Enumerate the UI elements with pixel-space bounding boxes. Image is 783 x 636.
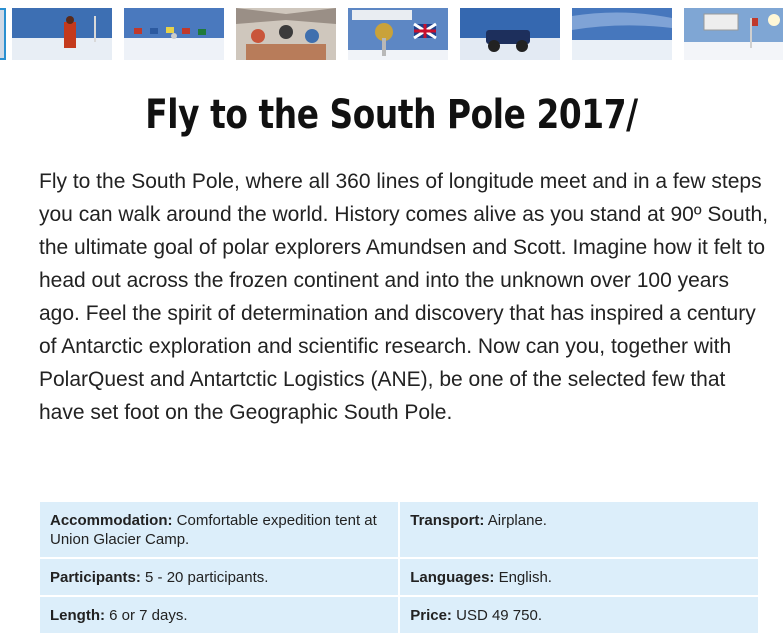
thumb-tent-interior-group[interactable] [236, 8, 336, 60]
thumb-snow-landscape[interactable] [572, 8, 672, 60]
fact-length: Length: 6 or 7 days. [37, 595, 401, 635]
thumbnail-strip [0, 8, 783, 62]
fact-languages: Languages: English. [398, 557, 760, 597]
fact-accommodation: Accommodation: Comfortable expedition te… [37, 500, 401, 559]
fact-label: Participants: [50, 569, 141, 586]
fact-price: Price: USD 49 750. [398, 595, 760, 635]
fact-label: Languages: [410, 569, 495, 586]
fact-label: Length: [50, 607, 105, 624]
facts-row: Length: 6 or 7 days. Price: USD 49 750. [37, 595, 760, 635]
fact-label: Transport: [410, 512, 485, 529]
fact-value: English. [494, 569, 552, 586]
fact-participants: Participants: 5 - 20 participants. [37, 557, 401, 597]
intro-paragraph: Fly to the South Pole, where all 360 lin… [39, 170, 769, 424]
thumb-person-on-ice[interactable] [12, 8, 112, 60]
fact-value: 6 or 7 days. [104, 607, 188, 624]
fact-transport: Transport: Airplane. [398, 500, 760, 559]
facts-row: Participants: 5 - 20 participants. Langu… [37, 557, 760, 597]
fact-value: 5 - 20 participants. [140, 569, 269, 586]
fact-label: Price: [410, 607, 452, 624]
thumb-flags-ceremonial-pole[interactable] [124, 8, 224, 60]
fact-value: Airplane. [484, 512, 547, 529]
page-title: Fly to the South Pole 2017/ [145, 92, 638, 138]
facts-row: Accommodation: Comfortable expedition te… [37, 500, 760, 559]
thumb-partial-left[interactable] [0, 8, 6, 60]
thumb-expedition-vehicle[interactable] [460, 8, 560, 60]
fact-value: USD 49 750. [451, 607, 542, 624]
fact-label: Accommodation: [50, 512, 173, 529]
thumb-pole-sign[interactable] [684, 8, 783, 60]
thumb-south-pole-marker[interactable] [348, 8, 448, 60]
trip-facts-table: Accommodation: Comfortable expedition te… [37, 500, 760, 635]
